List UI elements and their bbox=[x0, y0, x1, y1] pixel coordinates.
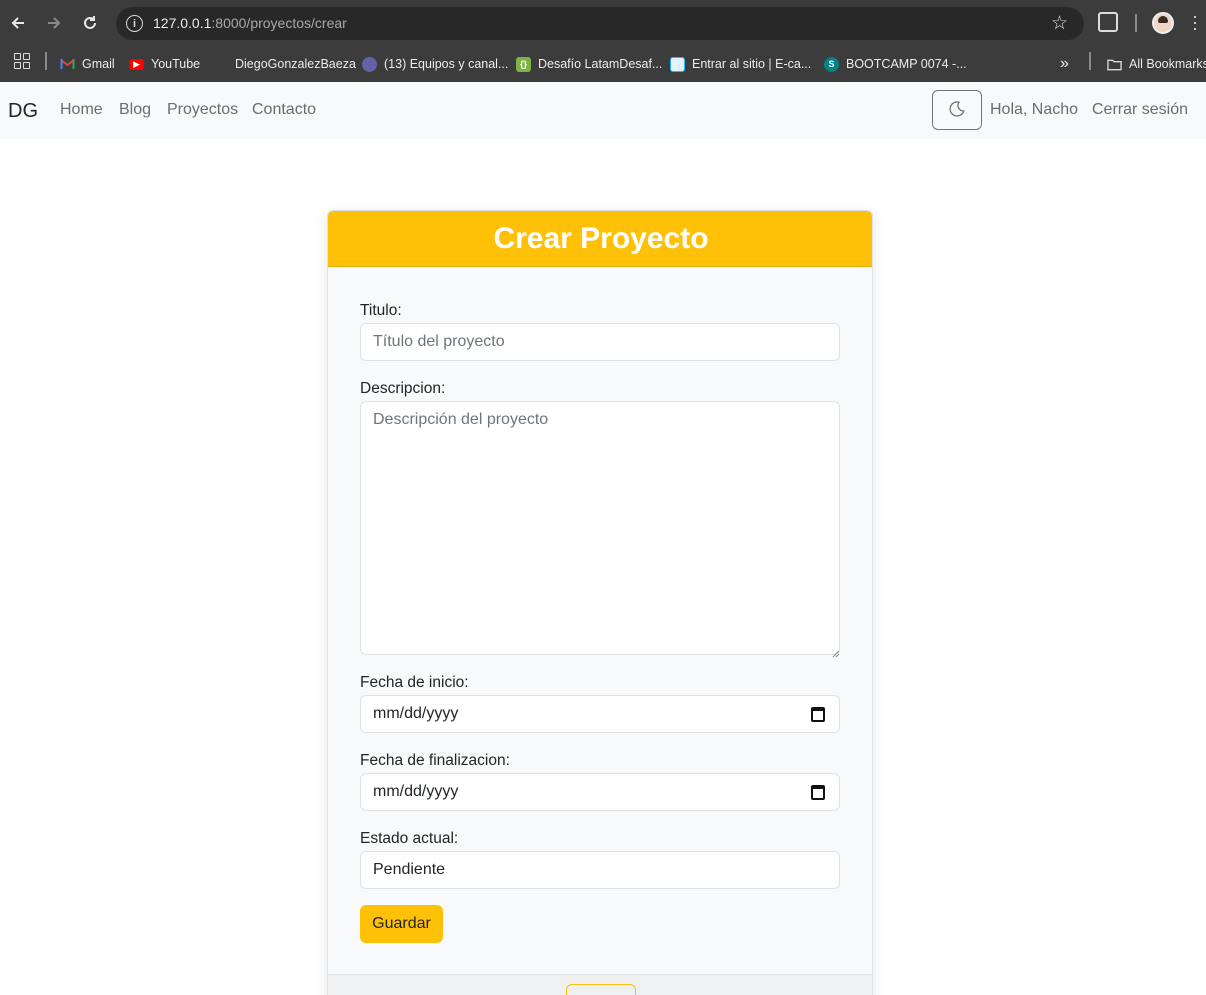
url-text[interactable]: 127.0.0.1:8000/proyectos/crear bbox=[153, 15, 347, 31]
bookmark-label: Entrar al sitio | E-ca... bbox=[692, 57, 812, 71]
bookmark-bootcamp[interactable]: S BOOTCAMP 0074 -... bbox=[824, 54, 967, 74]
desafio-icon: {} bbox=[516, 56, 531, 72]
theme-toggle-button[interactable] bbox=[932, 90, 982, 130]
forward-arrow-icon[interactable] bbox=[40, 9, 68, 37]
fecha-fin-input[interactable]: mm/dd/yyyy bbox=[360, 773, 840, 811]
folder-icon bbox=[1107, 57, 1122, 72]
bookmark-label: Desafío LatamDesaf... bbox=[538, 57, 663, 71]
nav-link-contacto[interactable]: Contacto bbox=[252, 101, 316, 119]
nav-link-home[interactable]: Home bbox=[60, 101, 103, 119]
browser-menu-icon[interactable]: · · · bbox=[1192, 7, 1198, 37]
nav-link-blog[interactable]: Blog bbox=[119, 101, 151, 119]
bookmark-ecampus[interactable]: Entrar al sitio | E-ca... bbox=[670, 54, 811, 74]
bookmark-divider bbox=[1089, 52, 1091, 70]
bookmark-desafio[interactable]: {} Desafío LatamDesaf... bbox=[516, 54, 662, 74]
sharepoint-icon: S bbox=[824, 56, 839, 72]
browser-window-chrome: i 127.0.0.1:8000/proyectos/crear ☆ · · · G… bbox=[0, 0, 1206, 82]
descripcion-label: Descripcion: bbox=[360, 380, 446, 397]
bookmark-label: (13) Equipos y canal... bbox=[384, 57, 509, 71]
more-bookmarks-icon[interactable]: » bbox=[1060, 54, 1069, 74]
all-bookmarks-folder[interactable]: All Bookmarks bbox=[1107, 54, 1206, 74]
ecampus-icon bbox=[670, 56, 685, 72]
estado-label: Estado actual: bbox=[360, 830, 459, 847]
footer-button[interactable] bbox=[566, 984, 636, 995]
fecha-inicio-input[interactable]: mm/dd/yyyy bbox=[360, 695, 840, 733]
fecha-fin-label: Fecha de finalizacion: bbox=[360, 752, 510, 769]
page-title: Crear Proyecto bbox=[493, 221, 709, 255]
teams-icon bbox=[362, 56, 377, 72]
bookmark-star-icon[interactable]: ☆ bbox=[1051, 12, 1068, 35]
calendar-icon[interactable] bbox=[811, 707, 825, 722]
fecha-fin-value: mm/dd/yyyy bbox=[373, 783, 459, 800]
user-greeting: Hola, Nacho bbox=[990, 101, 1079, 118]
estado-select[interactable]: Pendiente bbox=[360, 851, 840, 889]
logout-link[interactable]: Cerrar sesión bbox=[1092, 101, 1188, 119]
card-header: Crear Proyecto bbox=[328, 211, 872, 267]
bookmark-label: DiegoGonzalezBaeza bbox=[235, 57, 356, 71]
textarea-resize-handle[interactable] bbox=[830, 645, 840, 658]
bookmark-label: All Bookmarks bbox=[1129, 57, 1206, 71]
create-project-card: Crear Proyecto Titulo: Descripcion: Fech… bbox=[327, 210, 873, 995]
moon-icon bbox=[948, 100, 966, 121]
bookmark-diegogonzalezbaeza[interactable]: DiegoGonzalezBaeza bbox=[235, 54, 356, 74]
address-bar[interactable]: i 127.0.0.1:8000/proyectos/crear ☆ bbox=[116, 7, 1084, 40]
titulo-label: Titulo: bbox=[360, 302, 402, 319]
estado-value: Pendiente bbox=[373, 861, 446, 878]
save-button[interactable]: Guardar bbox=[360, 905, 443, 943]
gmail-icon bbox=[60, 57, 75, 72]
descripcion-textarea[interactable] bbox=[360, 401, 840, 655]
extensions-icon[interactable] bbox=[1098, 12, 1118, 32]
navbar-brand[interactable]: DG bbox=[8, 100, 38, 123]
site-navbar: DG Home Blog Proyectos Contacto Hola, Na… bbox=[0, 82, 1206, 139]
toolbar-divider bbox=[1135, 14, 1137, 32]
youtube-icon: ▶ bbox=[129, 58, 144, 70]
reload-icon[interactable] bbox=[76, 9, 104, 37]
bookmark-label: YouTube bbox=[151, 57, 201, 71]
site-info-icon[interactable]: i bbox=[126, 15, 143, 32]
bookmarks-bar: Gmail ▶ YouTube DiegoGonzalezBaeza (13) … bbox=[0, 46, 1206, 82]
nav-link-proyectos[interactable]: Proyectos bbox=[167, 101, 238, 119]
bookmark-label: BOOTCAMP 0074 -... bbox=[846, 57, 967, 71]
browser-toolbar: i 127.0.0.1:8000/proyectos/crear ☆ · · · bbox=[0, 0, 1206, 46]
titulo-input[interactable] bbox=[360, 323, 840, 361]
fecha-inicio-value: mm/dd/yyyy bbox=[373, 705, 459, 722]
bookmark-gmail[interactable]: Gmail bbox=[60, 54, 115, 74]
bookmark-youtube[interactable]: ▶ YouTube bbox=[129, 54, 200, 74]
bookmark-label: Gmail bbox=[82, 57, 115, 71]
fecha-inicio-label: Fecha de inicio: bbox=[360, 674, 469, 691]
calendar-icon[interactable] bbox=[811, 785, 825, 800]
back-arrow-icon[interactable] bbox=[4, 9, 32, 37]
card-footer bbox=[328, 974, 872, 995]
bookmark-teams[interactable]: (13) Equipos y canal... bbox=[362, 54, 508, 74]
profile-avatar[interactable] bbox=[1152, 12, 1174, 34]
